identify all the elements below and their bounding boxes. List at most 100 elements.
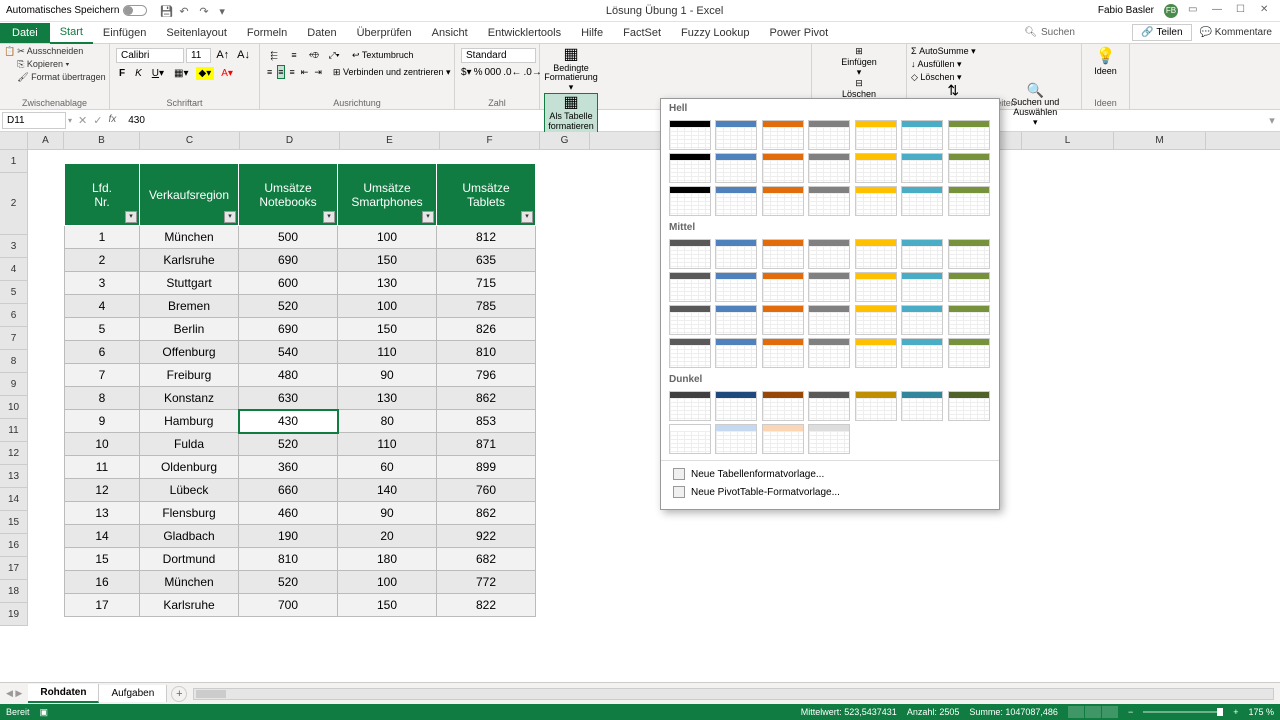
format-painter-button[interactable]: 🖌 Format übertragen — [17, 72, 105, 83]
table-cell[interactable]: 6 — [65, 341, 140, 364]
decrease-font-icon[interactable]: A↓ — [234, 48, 253, 63]
name-box[interactable]: D11 — [2, 112, 66, 129]
table-style-swatch[interactable] — [762, 120, 804, 150]
add-sheet-button[interactable]: + — [171, 686, 187, 702]
table-cell[interactable]: 13 — [65, 502, 140, 525]
table-header[interactable]: Lfd. Nr.▾ — [65, 164, 140, 226]
table-cell[interactable]: 14 — [65, 525, 140, 548]
align-top-icon[interactable]: ⬱ — [266, 48, 282, 62]
table-cell[interactable]: 9 — [65, 410, 140, 433]
percent-icon[interactable]: % — [474, 67, 483, 78]
table-style-swatch[interactable] — [669, 391, 711, 421]
row-header[interactable]: 9 — [0, 373, 28, 396]
cancel-formula-icon[interactable]: ✕ — [78, 114, 87, 127]
new-table-style-button[interactable]: Neue Tabellenformatvorlage... — [669, 465, 991, 483]
currency-icon[interactable]: $▾ — [461, 67, 472, 78]
row-header[interactable]: 11 — [0, 419, 28, 442]
zoom-out-icon[interactable]: − — [1128, 707, 1133, 717]
table-cell[interactable]: 90 — [338, 364, 437, 387]
table-cell[interactable]: 690 — [239, 318, 338, 341]
conditional-format-button[interactable]: ▦ Bedingte Formatierung▾ — [544, 46, 598, 93]
table-cell[interactable]: 480 — [239, 364, 338, 387]
table-cell[interactable]: 520 — [239, 433, 338, 456]
table-cell[interactable]: Freiburg — [140, 364, 239, 387]
table-cell[interactable]: 796 — [437, 364, 536, 387]
table-cell[interactable]: Oldenburg — [140, 456, 239, 479]
table-cell[interactable]: 1 — [65, 226, 140, 249]
tab-help[interactable]: Hilfe — [571, 23, 613, 43]
table-cell[interactable]: 862 — [437, 502, 536, 525]
table-cell[interactable]: 600 — [239, 272, 338, 295]
align-center-icon[interactable]: ≡ — [277, 65, 284, 79]
table-header[interactable]: Umsätze Tablets▾ — [437, 164, 536, 226]
col-header-F[interactable]: F — [440, 132, 540, 149]
table-style-swatch[interactable] — [715, 186, 757, 216]
table-cell[interactable]: 12 — [65, 479, 140, 502]
paste-button[interactable]: 📋 — [4, 46, 15, 90]
table-cell[interactable]: 812 — [437, 226, 536, 249]
table-style-swatch[interactable] — [762, 338, 804, 368]
table-style-swatch[interactable] — [762, 272, 804, 302]
filter-icon[interactable]: ▾ — [125, 211, 137, 223]
table-style-swatch[interactable] — [715, 424, 757, 454]
table-style-swatch[interactable] — [669, 186, 711, 216]
col-header-E[interactable]: E — [340, 132, 440, 149]
fill-button[interactable]: ↓ Ausfüllen ▾ — [911, 59, 1077, 70]
autosave-toggle[interactable]: Automatisches Speichern — [6, 5, 147, 16]
table-cell[interactable]: 682 — [437, 548, 536, 571]
italic-button[interactable]: K — [132, 67, 145, 80]
row-header[interactable]: 16 — [0, 534, 28, 557]
zoom-slider[interactable] — [1143, 711, 1223, 713]
row-header[interactable]: 15 — [0, 511, 28, 534]
bold-button[interactable]: F — [116, 67, 128, 80]
table-style-swatch[interactable] — [901, 391, 943, 421]
table-style-swatch[interactable] — [855, 186, 897, 216]
table-cell[interactable]: 4 — [65, 295, 140, 318]
zoom-in-icon[interactable]: + — [1233, 707, 1238, 717]
table-cell[interactable]: 130 — [338, 272, 437, 295]
table-style-swatch[interactable] — [855, 239, 897, 269]
col-header-M[interactable]: M — [1114, 132, 1206, 149]
sheet-tab-aufgaben[interactable]: Aufgaben — [99, 685, 167, 702]
table-style-swatch[interactable] — [715, 305, 757, 335]
comments-button[interactable]: 💬 Kommentare — [1200, 27, 1272, 38]
table-cell[interactable]: 500 — [239, 226, 338, 249]
table-cell[interactable]: 660 — [239, 479, 338, 502]
horizontal-scrollbar[interactable] — [193, 688, 1274, 700]
table-style-swatch[interactable] — [855, 272, 897, 302]
table-style-swatch[interactable] — [669, 424, 711, 454]
table-style-swatch[interactable] — [855, 153, 897, 183]
table-style-swatch[interactable] — [762, 239, 804, 269]
table-cell[interactable]: 700 — [239, 594, 338, 617]
table-cell[interactable]: Stuttgart — [140, 272, 239, 295]
orientation-icon[interactable]: ⤢▾ — [326, 48, 342, 62]
share-button[interactable]: 🔗 Teilen — [1132, 24, 1191, 41]
indent-dec-icon[interactable]: ⇤ — [300, 65, 310, 79]
filter-icon[interactable]: ▾ — [422, 211, 434, 223]
new-pivot-style-button[interactable]: Neue PivotTable-Formatvorlage... — [669, 483, 991, 501]
table-cell[interactable]: 3 — [65, 272, 140, 295]
row-header[interactable]: 12 — [0, 442, 28, 465]
align-left-icon[interactable]: ≡ — [266, 65, 273, 79]
undo-icon[interactable]: ↶ — [179, 5, 191, 17]
table-cell[interactable]: 360 — [239, 456, 338, 479]
table-cell[interactable]: 899 — [437, 456, 536, 479]
tab-review[interactable]: Überprüfen — [347, 23, 422, 43]
table-cell[interactable]: 826 — [437, 318, 536, 341]
table-cell[interactable]: 100 — [338, 295, 437, 318]
table-cell[interactable]: 130 — [338, 387, 437, 410]
tab-powerpivot[interactable]: Power Pivot — [760, 23, 839, 43]
table-cell[interactable]: 140 — [338, 479, 437, 502]
table-cell[interactable]: 90 — [338, 502, 437, 525]
row-header[interactable]: 4 — [0, 258, 28, 281]
col-header-C[interactable]: C — [140, 132, 240, 149]
row-header[interactable]: 19 — [0, 603, 28, 626]
table-cell[interactable]: Flensburg — [140, 502, 239, 525]
table-cell[interactable]: 772 — [437, 571, 536, 594]
table-cell[interactable]: 16 — [65, 571, 140, 594]
enter-formula-icon[interactable]: ✓ — [93, 114, 102, 127]
table-style-swatch[interactable] — [808, 391, 850, 421]
search-box[interactable]: 🔍︎ Suchen — [1024, 27, 1124, 38]
col-header-L[interactable]: L — [1022, 132, 1114, 149]
table-style-swatch[interactable] — [808, 186, 850, 216]
